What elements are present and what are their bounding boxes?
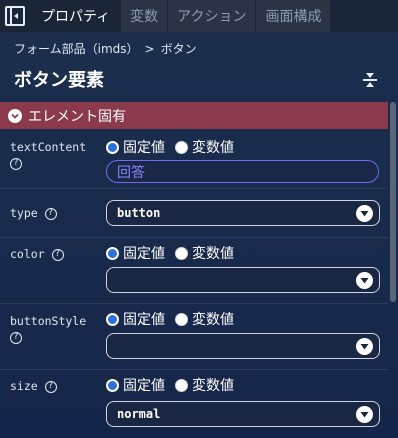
prop-label-color: color: [10, 247, 45, 261]
prop-label-buttonstyle: buttonStyle: [10, 314, 87, 328]
prop-row-color: color ? 固定値 変数値: [0, 238, 388, 304]
radio-fixed-label: 固定値: [123, 378, 165, 394]
chevron-down-icon: [356, 406, 373, 423]
help-icon[interactable]: ?: [51, 248, 64, 261]
size-select[interactable]: normal: [106, 401, 380, 427]
textcontent-input[interactable]: 回答: [106, 160, 379, 183]
buttonstyle-select[interactable]: [106, 333, 380, 359]
radio-fixed-label: 固定値: [123, 312, 165, 328]
tab-properties[interactable]: プロパティ: [30, 0, 121, 32]
breadcrumb: フォーム部品（imds） > ボタン: [14, 40, 197, 57]
radio-variable-size[interactable]: [175, 378, 188, 392]
section-header-element-specific[interactable]: エレメント固有: [0, 102, 388, 129]
help-icon[interactable]: ?: [10, 331, 22, 344]
prop-label-textcontent: textContent: [10, 140, 87, 154]
radio-group-textcontent: 固定値 変数値: [106, 137, 240, 157]
radio-fixed-color[interactable]: [106, 246, 119, 260]
chevron-down-circle-icon: [8, 108, 22, 123]
color-select[interactable]: [106, 267, 380, 293]
radio-variable-textcontent[interactable]: [175, 140, 188, 154]
panel-toggle-icon[interactable]: [0, 0, 30, 32]
tab-actions[interactable]: アクション: [167, 0, 256, 32]
radio-fixed-buttonstyle[interactable]: [106, 312, 119, 326]
prop-row-type: type ? button: [0, 189, 388, 238]
radio-fixed-size[interactable]: [106, 378, 119, 392]
prop-row-size: size ? 固定値 変数値 normal: [0, 370, 388, 438]
breadcrumb-separator: >: [144, 41, 155, 56]
prop-label-type: type: [10, 206, 38, 220]
tab-screen-structure[interactable]: 画面構成: [255, 0, 331, 32]
chevron-down-icon: [356, 272, 373, 289]
prop-row-textcontent: textContent ? 固定値 変数値 回答: [0, 129, 388, 189]
size-select-value: normal: [117, 407, 161, 421]
radio-group-buttonstyle: 固定値 変数値: [106, 309, 240, 329]
collapse-all-icon[interactable]: [360, 70, 380, 90]
prop-row-buttonstyle: buttonStyle ? 固定値 変数値: [0, 304, 388, 370]
tab-variables[interactable]: 変数: [120, 0, 168, 32]
radio-variable-label: 変数値: [192, 140, 234, 156]
type-select-value: button: [117, 206, 161, 220]
chevron-down-icon: [356, 338, 373, 355]
prop-label-size: size: [10, 379, 38, 393]
tab-bar: プロパティ 変数 アクション 画面構成: [0, 0, 398, 32]
radio-variable-color[interactable]: [175, 246, 188, 260]
tab-bar-filler: [330, 0, 398, 32]
scrollbar[interactable]: [390, 102, 396, 302]
type-select[interactable]: button: [106, 200, 380, 226]
radio-variable-label: 変数値: [192, 246, 234, 262]
radio-variable-label: 変数値: [192, 378, 234, 394]
breadcrumb-current: ボタン: [160, 42, 197, 56]
breadcrumb-parent[interactable]: フォーム部品（imds）: [14, 40, 139, 57]
page-title: ボタン要素: [14, 70, 104, 91]
chevron-down-icon: [356, 205, 373, 222]
help-icon[interactable]: ?: [44, 207, 57, 220]
radio-variable-buttonstyle[interactable]: [175, 312, 188, 326]
radio-fixed-textcontent[interactable]: [106, 140, 119, 154]
section-header-label: エレメント固有: [28, 108, 126, 125]
radio-group-color: 固定値 変数値: [106, 243, 240, 263]
radio-fixed-label: 固定値: [123, 140, 165, 156]
radio-group-size: 固定値 変数値: [106, 375, 240, 395]
help-icon[interactable]: ?: [10, 157, 22, 170]
help-icon[interactable]: ?: [44, 380, 57, 393]
radio-fixed-label: 固定値: [123, 246, 165, 262]
radio-variable-label: 変数値: [192, 312, 234, 328]
